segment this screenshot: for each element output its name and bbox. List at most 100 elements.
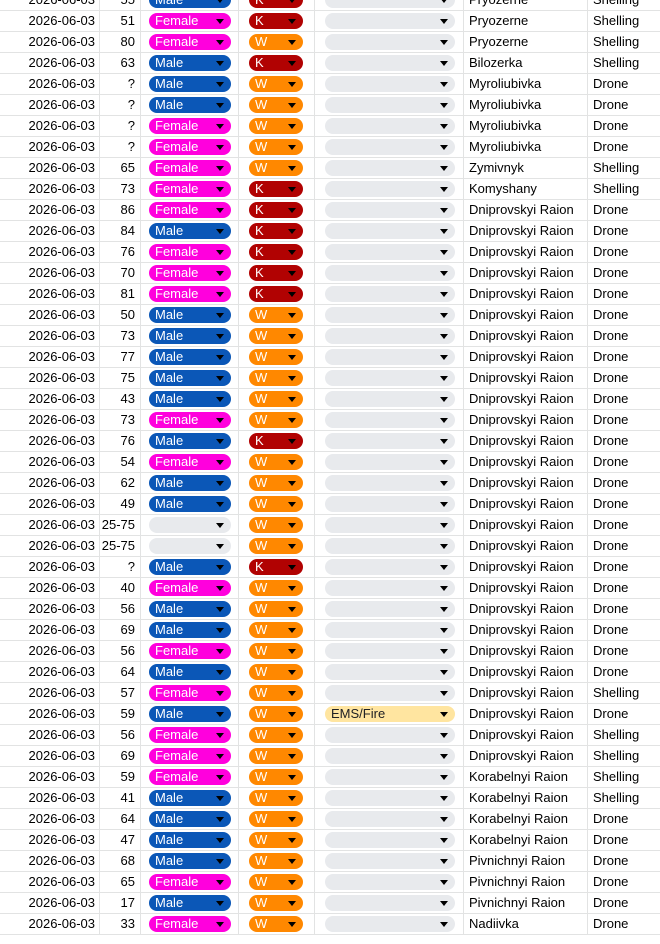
status-dropdown-chip[interactable]: K [249,0,303,8]
cause-cell[interactable]: Drone [588,641,660,661]
gender-cell[interactable]: Male [141,0,239,10]
dropdown-arrow-icon[interactable] [216,880,224,885]
dropdown-arrow-icon[interactable] [440,250,448,255]
service-cell[interactable] [315,641,464,661]
gender-dropdown-chip[interactable]: Male [149,349,231,365]
cause-cell[interactable]: Shelling [588,0,660,10]
dropdown-arrow-icon[interactable] [288,628,296,633]
service-cell[interactable] [315,494,464,514]
age-cell[interactable]: 25-75 [100,536,141,556]
dropdown-arrow-icon[interactable] [440,691,448,696]
cause-cell[interactable]: Drone [588,830,660,850]
gender-dropdown-chip[interactable]: Male [149,76,231,92]
status-dropdown-chip[interactable]: K [249,265,303,281]
service-cell[interactable] [315,746,464,766]
gender-cell[interactable] [141,536,239,556]
gender-dropdown-chip[interactable]: Male [149,832,231,848]
service-dropdown-chip[interactable] [325,34,455,50]
service-cell[interactable] [315,158,464,178]
gender-dropdown-chip[interactable] [149,538,231,554]
status-dropdown-chip[interactable]: W [249,538,303,554]
place-cell[interactable]: Zymivnyk [464,158,588,178]
dropdown-arrow-icon[interactable] [440,922,448,927]
date-cell[interactable]: 2026-06-03 [0,536,100,556]
service-dropdown-chip[interactable] [325,349,455,365]
cause-cell[interactable]: Drone [588,809,660,829]
status-dropdown-chip[interactable]: W [249,622,303,638]
place-cell[interactable]: Korabelnyi Raion [464,809,588,829]
service-cell[interactable] [315,914,464,934]
dropdown-arrow-icon[interactable] [440,502,448,507]
age-cell[interactable]: 41 [100,788,141,808]
gender-dropdown-chip[interactable]: Male [149,664,231,680]
dropdown-arrow-icon[interactable] [216,145,224,150]
service-dropdown-chip[interactable] [325,685,455,701]
place-cell[interactable]: Pryozerne [464,0,588,10]
gender-cell[interactable]: Female [141,284,239,304]
gender-dropdown-chip[interactable] [149,517,231,533]
dropdown-arrow-icon[interactable] [216,292,224,297]
cause-cell[interactable]: Drone [588,704,660,724]
status-cell[interactable]: K [239,431,315,451]
status-cell[interactable]: W [239,851,315,871]
gender-cell[interactable]: Male [141,851,239,871]
dropdown-arrow-icon[interactable] [216,439,224,444]
gender-dropdown-chip[interactable]: Female [149,874,231,890]
date-cell[interactable]: 2026-06-03 [0,809,100,829]
age-cell[interactable]: 56 [100,641,141,661]
cause-cell[interactable]: Drone [588,452,660,472]
dropdown-arrow-icon[interactable] [288,649,296,654]
date-cell[interactable]: 2026-06-03 [0,641,100,661]
status-dropdown-chip[interactable]: W [249,118,303,134]
age-cell[interactable]: 81 [100,284,141,304]
dropdown-arrow-icon[interactable] [440,145,448,150]
place-cell[interactable]: Dniprovskyi Raion [464,284,588,304]
cause-cell[interactable]: Drone [588,914,660,934]
dropdown-arrow-icon[interactable] [216,334,224,339]
status-cell[interactable]: W [239,32,315,52]
date-cell[interactable]: 2026-06-03 [0,431,100,451]
age-cell[interactable]: 69 [100,620,141,640]
service-cell[interactable]: EMS/Fire [315,704,464,724]
cause-cell[interactable]: Drone [588,137,660,157]
gender-cell[interactable]: Female [141,200,239,220]
age-cell[interactable]: 65 [100,872,141,892]
service-cell[interactable] [315,431,464,451]
dropdown-arrow-icon[interactable] [440,859,448,864]
date-cell[interactable]: 2026-06-03 [0,284,100,304]
service-cell[interactable] [315,578,464,598]
service-dropdown-chip[interactable] [325,580,455,596]
place-cell[interactable]: Dniprovskyi Raion [464,347,588,367]
status-dropdown-chip[interactable]: W [249,160,303,176]
dropdown-arrow-icon[interactable] [288,586,296,591]
date-cell[interactable]: 2026-06-03 [0,746,100,766]
date-cell[interactable]: 2026-06-03 [0,851,100,871]
cause-cell[interactable]: Shelling [588,158,660,178]
status-cell[interactable]: W [239,725,315,745]
age-cell[interactable]: 64 [100,809,141,829]
date-cell[interactable]: 2026-06-03 [0,0,100,10]
gender-dropdown-chip[interactable]: Male [149,328,231,344]
age-cell[interactable]: 69 [100,746,141,766]
dropdown-arrow-icon[interactable] [440,901,448,906]
dropdown-arrow-icon[interactable] [440,40,448,45]
gender-cell[interactable]: Male [141,74,239,94]
dropdown-arrow-icon[interactable] [440,754,448,759]
date-cell[interactable]: 2026-06-03 [0,200,100,220]
cause-cell[interactable]: Drone [588,326,660,346]
dropdown-arrow-icon[interactable] [216,754,224,759]
dropdown-arrow-icon[interactable] [440,19,448,24]
place-cell[interactable]: Dniprovskyi Raion [464,473,588,493]
place-cell[interactable]: Pivnichnyi Raion [464,872,588,892]
status-dropdown-chip[interactable]: W [249,34,303,50]
gender-dropdown-chip[interactable]: Male [149,895,231,911]
gender-dropdown-chip[interactable]: Male [149,559,231,575]
service-dropdown-chip[interactable] [325,55,455,71]
dropdown-arrow-icon[interactable] [440,880,448,885]
service-cell[interactable] [315,179,464,199]
place-cell[interactable]: Dniprovskyi Raion [464,305,588,325]
gender-cell[interactable]: Female [141,872,239,892]
status-dropdown-chip[interactable]: K [249,433,303,449]
age-cell[interactable]: 59 [100,704,141,724]
gender-dropdown-chip[interactable]: Male [149,853,231,869]
